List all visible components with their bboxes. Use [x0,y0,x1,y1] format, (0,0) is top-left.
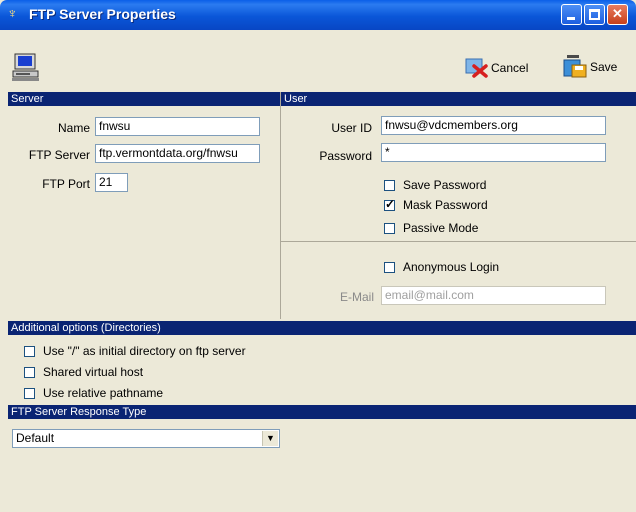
password-label: Password [319,149,372,163]
chevron-down-icon[interactable]: ▼ [262,431,278,446]
save-password-box[interactable] [384,179,395,191]
save-icon [563,55,587,78]
checkmark-icon: ✓ [385,196,396,211]
save-label: Save [590,60,618,74]
anonymous-login-box[interactable] [384,261,395,273]
email-input[interactable]: email@mail.com [381,286,606,305]
user-id-input[interactable]: fnwsu@vdcmembers.org [381,116,606,135]
mask-password-label: Mask Password [403,198,488,212]
shared-virtual-host-label: Shared virtual host [43,365,144,379]
ftp-server-icon: ♆ [7,5,18,21]
anonymous-login-label: Anonymous Login [403,260,500,274]
minimize-button[interactable] [561,4,582,25]
passive-mode-box[interactable] [384,222,395,234]
relative-pathname-label: Use relative pathname [43,386,164,400]
passive-mode-checkbox[interactable]: Passive Mode [384,221,478,235]
anonymous-login-checkbox[interactable]: Anonymous Login [384,260,499,274]
shared-virtual-host-box[interactable] [24,366,35,378]
email-label: E-Mail [339,290,374,304]
toolbar [0,30,636,92]
maximize-button[interactable] [584,4,605,25]
server-section-header: Server [8,92,280,106]
save-password-label: Save Password [403,178,487,192]
close-icon: ✕ [612,6,623,21]
name-label: Name [57,121,90,135]
mask-password-checkbox[interactable]: ✓ Mask Password [384,198,488,212]
computer-icon [12,53,39,81]
ftp-server-label: FTP Server [28,148,90,162]
relative-pathname-checkbox[interactable]: Use relative pathname [24,386,163,400]
panel-separator [280,92,281,319]
name-input[interactable]: fnwsu [95,117,260,136]
window-title: FTP Server Properties [29,6,176,22]
save-button[interactable]: Save [562,55,617,79]
root-directory-checkbox[interactable]: Use "/" as initial directory on ftp serv… [24,344,246,358]
response-type-value: Default [16,431,55,445]
additional-options-header: Additional options (Directories) [8,321,636,335]
root-directory-box[interactable] [24,345,35,357]
password-input[interactable]: * [381,143,606,162]
user-section-header: User [281,92,636,106]
root-directory-label: Use "/" as initial directory on ftp serv… [43,344,246,358]
mask-password-box[interactable]: ✓ [384,196,396,211]
close-button[interactable]: ✕ [607,4,628,25]
user-id-label: User ID [331,121,372,135]
cancel-label: Cancel [491,61,529,75]
maximize-icon [589,9,600,20]
cancel-icon [465,58,488,78]
response-type-header: FTP Server Response Type [8,405,636,419]
ftp-server-input[interactable]: ftp.vermontdata.org/fnwsu [95,144,260,163]
response-type-dropdown[interactable]: Default ▼ [12,429,280,448]
relative-pathname-box[interactable] [24,387,35,399]
title-bar: ♆ FTP Server Properties ✕ [0,0,636,30]
save-password-checkbox[interactable]: Save Password [384,178,486,192]
ftp-port-label: FTP Port [42,177,90,191]
cancel-button[interactable]: Cancel [465,58,528,78]
user-divider [281,241,636,242]
passive-mode-label: Passive Mode [403,221,479,235]
minimize-icon [567,17,575,20]
ftp-port-input[interactable]: 21 [95,173,128,192]
shared-virtual-host-checkbox[interactable]: Shared virtual host [24,365,143,379]
